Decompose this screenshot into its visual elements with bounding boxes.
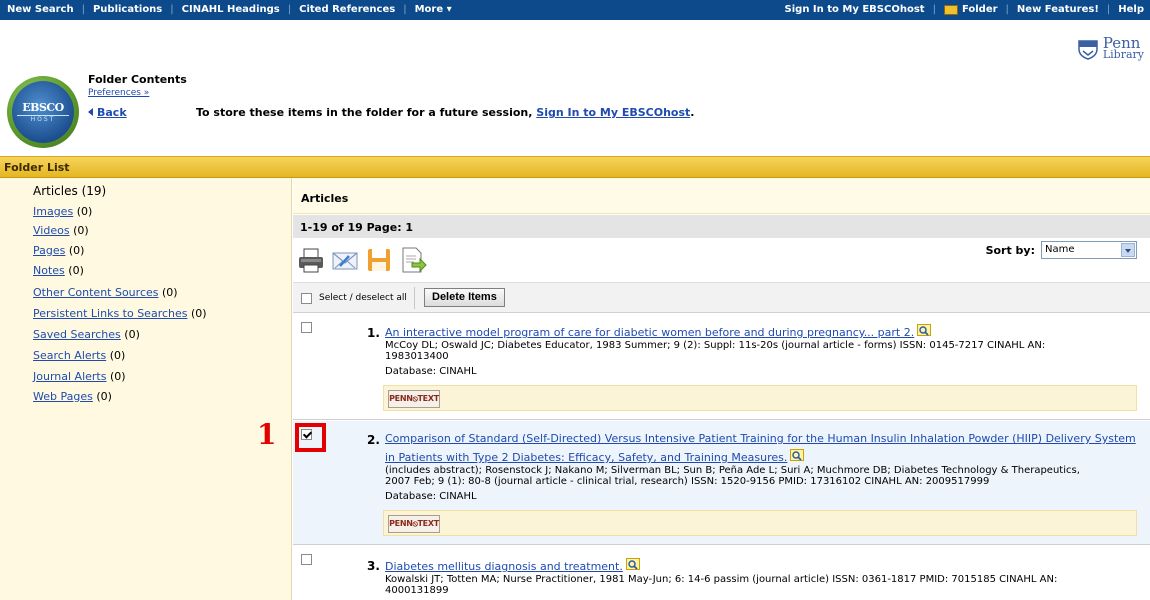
annotation-number: 1 — [257, 418, 277, 451]
export-icon[interactable] — [399, 246, 427, 274]
logo-text: EBSCO — [22, 101, 64, 114]
nav-sign-in[interactable]: Sign In to My EBSCOhost — [785, 4, 925, 15]
select-all-checkbox[interactable] — [301, 293, 312, 304]
result-checkbox[interactable] — [301, 322, 312, 333]
result-title-link[interactable]: Comparison of Standard (Self-Directed) V… — [385, 429, 1136, 448]
penntext-button[interactable]: PENN⦸TEXT — [388, 515, 440, 533]
result-item: 3. Diabetes mellitus diagnosis and treat… — [293, 546, 1150, 600]
nav-new-search[interactable]: New Search — [7, 4, 74, 15]
nav-cited-references[interactable]: Cited References — [299, 4, 395, 15]
result-citation-line1: (includes abstract); Rosenstock J; Nakan… — [385, 465, 1080, 476]
sidebar-item-journal-alerts[interactable]: Journal Alerts (0) — [33, 370, 126, 383]
penn-library-logo: Penn Library — [1077, 36, 1144, 61]
preferences-link[interactable]: Preferences » — [88, 88, 149, 98]
result-number: 2. — [367, 433, 380, 447]
ebsco-host-logo[interactable]: EBSCO HOST — [7, 76, 79, 148]
result-item: 2. Comparison of Standard (Self-Directed… — [293, 421, 1150, 545]
page-header: EBSCO HOST Folder Contents Preferences »… — [0, 20, 1150, 156]
save-icon[interactable] — [365, 246, 393, 274]
back-arrow-icon — [88, 108, 93, 116]
nav-cinahl-headings[interactable]: CINAHL Headings — [182, 4, 280, 15]
sidebar-item-images[interactable]: Images (0) — [33, 205, 92, 218]
back-link[interactable]: Back — [88, 106, 127, 119]
annotation-highlight-box — [295, 423, 326, 452]
result-citation-line2: 1983013400 — [385, 351, 449, 362]
result-database: Database: CINAHL — [385, 491, 477, 502]
folder-list-bar: Folder List — [0, 156, 1150, 178]
result-number: 3. — [367, 559, 380, 573]
top-nav-bar: New Search | Publications | CINAHL Headi… — [0, 0, 1150, 20]
store-message: To store these items in the folder for a… — [196, 106, 695, 119]
sort-by-select[interactable]: Name — [1041, 241, 1137, 259]
pagination-bar: 1-19 of 19 Page: 1 — [293, 215, 1150, 238]
sidebar-item-search-alerts[interactable]: Search Alerts (0) — [33, 349, 125, 362]
toolbar — [297, 246, 433, 274]
result-checkbox[interactable] — [301, 554, 312, 565]
page-title: Folder Contents — [88, 73, 187, 86]
sidebar-item-videos[interactable]: Videos (0) — [33, 224, 89, 237]
sort-by-label: Sort by: — [985, 243, 1035, 257]
sidebar-item-pages[interactable]: Pages (0) — [33, 244, 84, 257]
select-all-label: Select / deselect all — [319, 293, 407, 303]
folder-list-label: Folder List — [4, 161, 70, 174]
result-citation-line2: 4000131899 — [385, 585, 449, 596]
sidebar-item-saved-searches[interactable]: Saved Searches (0) — [33, 328, 140, 341]
nav-help[interactable]: Help — [1118, 4, 1144, 15]
nav-more-menu[interactable]: More ▾ — [415, 4, 452, 15]
nav-new-features[interactable]: New Features! — [1017, 4, 1099, 15]
result-number: 1. — [367, 326, 380, 340]
sort-control: Sort by: Name — [986, 241, 1137, 259]
sign-in-link[interactable]: Sign In to My EBSCOhost — [536, 106, 690, 119]
result-item: 1. An interactive model program of care … — [293, 314, 1150, 420]
result-citation-line1: McCoy DL; Oswald JC; Diabetes Educator, … — [385, 340, 1046, 351]
fulltext-bar: PENN⦸TEXT — [383, 510, 1137, 536]
penntext-button[interactable]: PENN⦸TEXT — [388, 390, 440, 408]
sidebar-item-notes[interactable]: Notes (0) — [33, 264, 84, 277]
articles-header: Articles — [293, 178, 1150, 214]
selection-bar: Select / deselect all Delete Items — [293, 282, 1150, 313]
print-icon[interactable] — [297, 246, 325, 274]
sidebar-item-other-content-sources[interactable]: Other Content Sources (0) — [33, 286, 178, 299]
email-icon[interactable] — [331, 246, 359, 274]
penn-logo-line2: Library — [1102, 48, 1144, 61]
preview-icon[interactable] — [790, 449, 806, 463]
main-content: Articles 1-19 of 19 Page: 1 Sort by: Nam… — [293, 178, 1150, 600]
articles-heading: Articles — [301, 192, 349, 205]
sidebar-item-persistent-links[interactable]: Persistent Links to Searches (0) — [33, 307, 207, 320]
result-citation-line2: 2007 Feb; 9 (1): 80-8 (journal article -… — [385, 476, 990, 487]
folder-icon — [943, 4, 958, 15]
chevron-down-icon — [1121, 243, 1135, 257]
preview-icon[interactable] — [917, 324, 933, 338]
penn-shield-icon — [1078, 40, 1098, 60]
result-database: Database: CINAHL — [385, 366, 477, 377]
logo-subtext: HOST — [17, 115, 69, 123]
preview-icon[interactable] — [625, 558, 642, 572]
sidebar-item-web-pages[interactable]: Web Pages (0) — [33, 390, 112, 403]
page-info: 1-19 of 19 Page: 1 — [300, 221, 414, 234]
divider — [414, 287, 415, 309]
result-citation-line1: Kowalski JT; Totten MA; Nurse Practition… — [385, 574, 1058, 585]
folder-sidebar: Articles (19) Images (0) Videos (0) Page… — [0, 178, 292, 600]
nav-folder[interactable]: Folder — [962, 4, 998, 15]
delete-items-button[interactable]: Delete Items — [424, 288, 505, 307]
fulltext-bar: PENN⦸TEXT — [383, 385, 1137, 411]
sidebar-item-articles[interactable]: Articles (19) — [33, 184, 106, 198]
nav-publications[interactable]: Publications — [93, 4, 162, 15]
